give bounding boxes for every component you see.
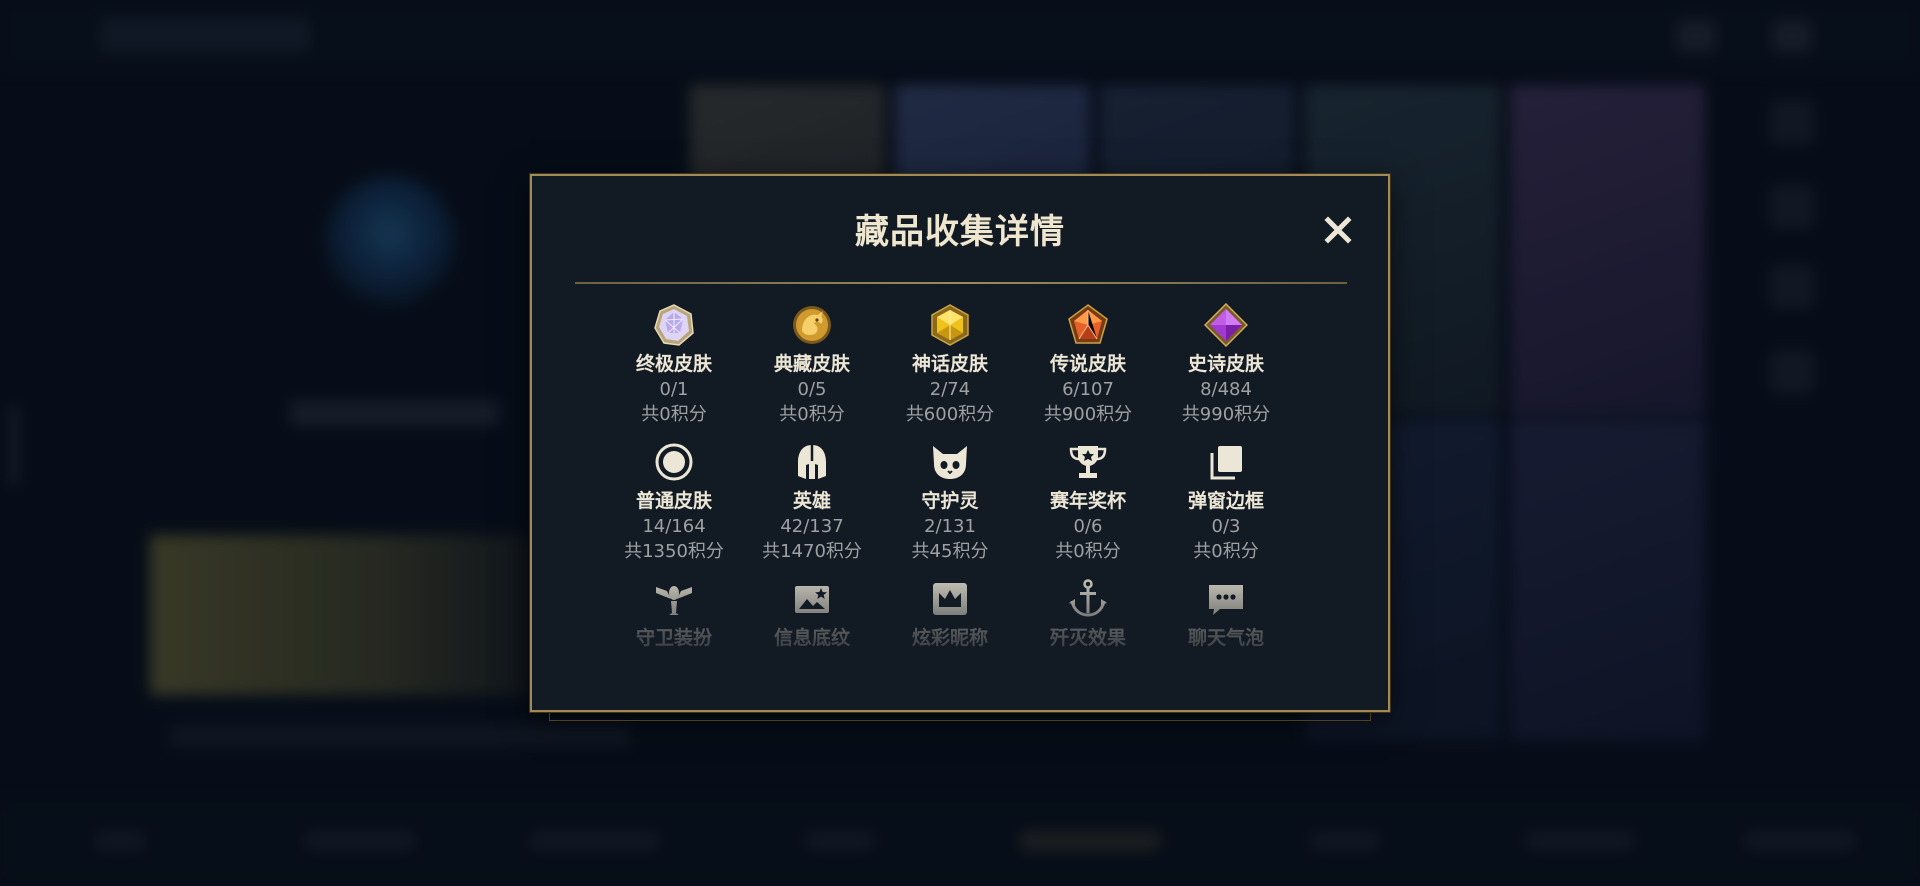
epic-skin-gem-icon <box>1204 303 1248 347</box>
collection-label: 弹窗边框 <box>1187 490 1264 512</box>
collection-count: 42/137 <box>780 516 844 537</box>
frame-stack-icon <box>1204 440 1248 484</box>
collection-item-champion[interactable]: 英雄 42/137 共1470积分 <box>743 440 881 564</box>
collection-item-prestige-skin[interactable]: 典藏皮肤 0/5 共0积分 <box>743 303 881 427</box>
collection-item-common-skin[interactable]: 普通皮肤 14/164 共1350积分 <box>605 440 743 564</box>
collection-item-ultimate-skin[interactable]: 终极皮肤 0/1 共0积分 <box>605 303 743 427</box>
collection-count: 0/6 <box>1073 516 1103 537</box>
collection-points: 共1470积分 <box>762 541 862 562</box>
crown-nameplate-icon <box>928 577 972 621</box>
close-button[interactable] <box>1318 210 1358 250</box>
collection-details-modal: 藏品收集详情 终极皮肤 0/1 共0积分 典藏皮肤 0/5 共0积分 神话皮肤 … <box>530 174 1390 712</box>
collection-points: 共990积分 <box>1181 404 1271 425</box>
collection-count: 14/164 <box>642 516 706 537</box>
collection-points: 共600积分 <box>905 404 995 425</box>
collection-label: 聊天气泡 <box>1187 627 1264 649</box>
modal-bottom-trim <box>549 712 1371 721</box>
collection-item-legendary-skin[interactable]: 传说皮肤 6/107 共900积分 <box>1019 303 1157 427</box>
collection-item-colorful-nickname[interactable]: 炫彩昵称 <box>881 577 1019 651</box>
collection-points: 共0积分 <box>1055 541 1121 562</box>
collection-label: 典藏皮肤 <box>773 353 850 375</box>
modal-title: 藏品收集详情 <box>855 212 1065 252</box>
collection-item-popup-frame[interactable]: 弹窗边框 0/3 共0积分 <box>1157 440 1295 564</box>
collection-count: 0/1 <box>659 379 689 400</box>
collection-label: 赛年奖杯 <box>1049 490 1126 512</box>
common-skin-circle-icon <box>652 440 696 484</box>
collection-label: 炫彩昵称 <box>911 627 988 649</box>
ward-skin-icon <box>652 577 696 621</box>
banner-image-icon <box>790 577 834 621</box>
collection-label: 终极皮肤 <box>635 353 712 375</box>
collection-item-chat-bubble[interactable]: 聊天气泡 <box>1157 577 1295 651</box>
legendary-skin-gem-icon <box>1066 303 1110 347</box>
guardian-cat-icon <box>928 440 972 484</box>
collection-label: 守护灵 <box>921 490 979 512</box>
title-divider <box>575 282 1347 284</box>
collection-label: 英雄 <box>792 490 831 512</box>
collection-label: 守卫装扮 <box>635 627 712 649</box>
collection-item-finisher-effect[interactable]: 歼灭效果 <box>1019 577 1157 651</box>
collection-label: 歼灭效果 <box>1049 627 1126 649</box>
collection-points: 共0积分 <box>641 404 707 425</box>
mythic-skin-gem-icon <box>928 303 972 347</box>
collection-label: 传说皮肤 <box>1049 353 1126 375</box>
collection-item-guardian[interactable]: 守护灵 2/131 共45积分 <box>881 440 1019 564</box>
anchor-finisher-icon <box>1066 577 1110 621</box>
collection-label: 神话皮肤 <box>911 353 988 375</box>
collection-count: 0/5 <box>797 379 827 400</box>
champion-helmet-icon <box>790 440 834 484</box>
collection-points: 共900积分 <box>1043 404 1133 425</box>
collection-points: 共0积分 <box>1193 541 1259 562</box>
collection-points: 共0积分 <box>779 404 845 425</box>
collection-count: 6/107 <box>1062 379 1114 400</box>
collection-label: 普通皮肤 <box>635 490 712 512</box>
collection-item-info-banner[interactable]: 信息底纹 <box>743 577 881 651</box>
collection-item-epic-skin[interactable]: 史诗皮肤 8/484 共990积分 <box>1157 303 1295 427</box>
collection-item-season-trophy[interactable]: 赛年奖杯 0/6 共0积分 <box>1019 440 1157 564</box>
collection-label: 信息底纹 <box>773 627 850 649</box>
collection-count: 2/131 <box>924 516 976 537</box>
season-trophy-icon <box>1066 440 1110 484</box>
collection-label: 史诗皮肤 <box>1187 353 1264 375</box>
ultimate-skin-gem-icon <box>652 303 696 347</box>
collection-count: 8/484 <box>1200 379 1252 400</box>
chat-bubble-icon <box>1204 577 1248 621</box>
collection-item-ward-skin[interactable]: 守卫装扮 <box>605 577 743 651</box>
collection-count: 2/74 <box>929 379 971 400</box>
collection-points: 共45积分 <box>911 541 989 562</box>
prestige-skin-dragon-icon <box>790 303 834 347</box>
collection-count: 0/3 <box>1211 516 1241 537</box>
collection-item-mythic-skin[interactable]: 神话皮肤 2/74 共600积分 <box>881 303 1019 427</box>
close-icon <box>1324 216 1352 244</box>
collection-points: 共1350积分 <box>624 541 724 562</box>
